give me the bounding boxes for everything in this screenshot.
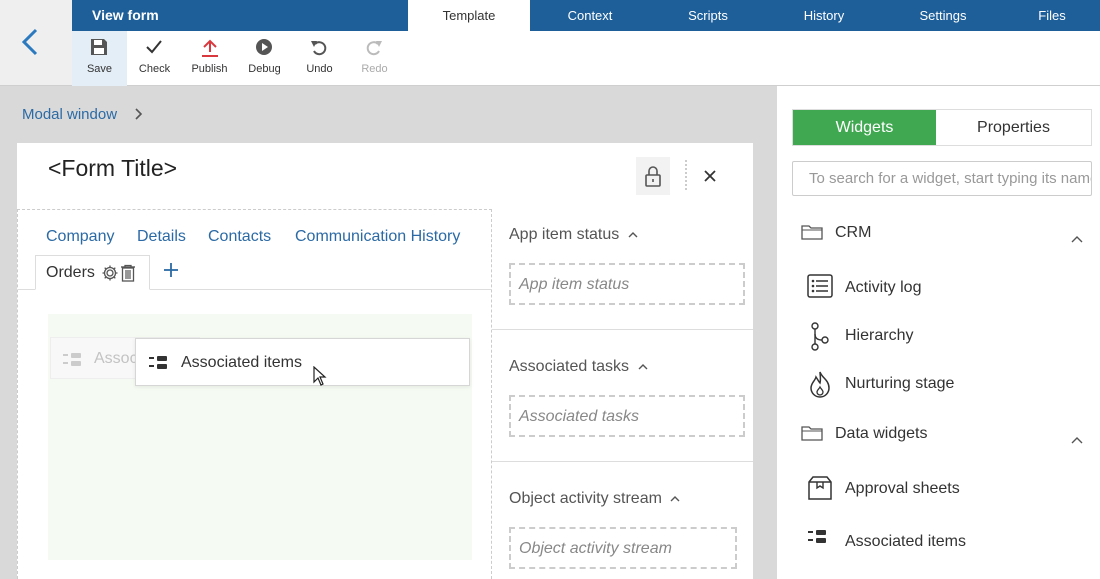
publish-button[interactable]: Publish bbox=[182, 31, 237, 86]
flame-icon bbox=[810, 371, 830, 398]
widgets-panel: Widgets Properties CRM Activity log Hier… bbox=[777, 86, 1100, 579]
form-tab-orders[interactable]: Orders bbox=[35, 255, 150, 290]
side-column: App item status App item status Associat… bbox=[492, 209, 753, 579]
orders-tab-label: Orders bbox=[46, 264, 95, 281]
tab-files[interactable]: Files bbox=[1004, 0, 1100, 31]
redo-button[interactable]: Redo bbox=[347, 31, 402, 86]
section-app-item-status: App item status App item status bbox=[492, 209, 753, 330]
add-tab-icon[interactable] bbox=[163, 262, 179, 278]
form-tab-details[interactable]: Details bbox=[137, 228, 186, 246]
widget-hierarchy[interactable]: Hierarchy bbox=[807, 322, 1077, 352]
widget-approval-sheets[interactable]: Approval sheets bbox=[807, 475, 1077, 505]
back-strip bbox=[0, 0, 72, 86]
placeholder-associated-tasks[interactable]: Associated tasks bbox=[509, 395, 745, 437]
placeholder-object-activity-stream[interactable]: Object activity stream bbox=[509, 527, 737, 569]
associated-items-icon bbox=[149, 356, 167, 369]
close-button[interactable] bbox=[698, 157, 722, 195]
check-button[interactable]: Check bbox=[127, 31, 182, 86]
undo-icon bbox=[311, 41, 327, 56]
folder-icon bbox=[801, 426, 823, 441]
breadcrumb-label: Modal window bbox=[22, 106, 118, 123]
form-tab-contacts[interactable]: Contacts bbox=[208, 228, 271, 246]
section-associated-tasks: Associated tasks Associated tasks bbox=[492, 330, 753, 462]
breadcrumb[interactable]: Modal window bbox=[22, 106, 143, 123]
widget-nurturing-stage[interactable]: Nurturing stage bbox=[807, 370, 1077, 400]
mouse-cursor-icon bbox=[313, 366, 327, 386]
checkmark-icon bbox=[146, 40, 162, 54]
chevron-up-icon[interactable] bbox=[1071, 235, 1083, 243]
tab-template[interactable]: Template bbox=[408, 0, 530, 31]
tab-settings[interactable]: Settings bbox=[882, 0, 1004, 31]
panel-segmented-control: Widgets Properties bbox=[792, 109, 1092, 146]
tabs-container: Company Details Contacts Communication H… bbox=[17, 209, 492, 579]
play-circle-icon bbox=[256, 39, 272, 55]
widget-activity-log[interactable]: Activity log bbox=[807, 274, 1077, 304]
properties-tab[interactable]: Properties bbox=[936, 110, 1091, 145]
chevron-left-icon bbox=[21, 28, 38, 56]
tab-context[interactable]: Context bbox=[530, 0, 650, 31]
redo-icon bbox=[366, 41, 382, 56]
lock-button[interactable] bbox=[636, 157, 670, 195]
gear-icon[interactable] bbox=[101, 264, 119, 282]
list-icon bbox=[63, 353, 81, 366]
tab-history[interactable]: History bbox=[766, 0, 882, 31]
page-title: View form bbox=[92, 7, 159, 23]
list-icon bbox=[807, 274, 833, 298]
chevron-up-icon[interactable] bbox=[1071, 436, 1083, 444]
lock-icon bbox=[645, 166, 661, 187]
form-tab-communication-history[interactable]: Communication History bbox=[295, 228, 460, 246]
widget-search-input[interactable] bbox=[792, 161, 1092, 196]
hierarchy-icon bbox=[811, 322, 829, 351]
chevron-up-icon bbox=[670, 495, 680, 502]
chevron-up-icon bbox=[638, 363, 648, 370]
tab-scripts[interactable]: Scripts bbox=[650, 0, 766, 31]
trash-icon[interactable] bbox=[120, 264, 136, 282]
placeholder-app-item-status[interactable]: App item status bbox=[509, 263, 745, 305]
form-title: <Form Title> bbox=[48, 155, 178, 181]
chevron-up-icon bbox=[628, 231, 638, 238]
dragged-widget-associated-items[interactable]: Associated items bbox=[135, 338, 470, 386]
floppy-disk-icon bbox=[91, 39, 107, 55]
toolbar-divider bbox=[685, 160, 687, 190]
package-icon bbox=[808, 476, 832, 500]
chevron-right-icon bbox=[135, 108, 143, 120]
back-button[interactable] bbox=[14, 24, 50, 60]
top-nav-bar: View form Template Context Scripts Histo… bbox=[72, 0, 1100, 31]
upload-icon bbox=[202, 39, 218, 57]
widgets-tab[interactable]: Widgets bbox=[793, 110, 936, 145]
associated-items-icon bbox=[808, 530, 826, 543]
close-icon bbox=[704, 170, 716, 182]
save-button[interactable]: Save bbox=[72, 31, 127, 86]
debug-button[interactable]: Debug bbox=[237, 31, 292, 86]
section-object-activity-stream: Object activity stream Object activity s… bbox=[492, 462, 753, 579]
toolbar: Save Check Publish Debug Undo Redo bbox=[72, 31, 1100, 86]
undo-button[interactable]: Undo bbox=[292, 31, 347, 86]
section-title-object-activity-stream[interactable]: Object activity stream bbox=[509, 490, 680, 508]
section-title-associated-tasks[interactable]: Associated tasks bbox=[509, 358, 648, 376]
form-card: <Form Title> Company Details Contacts Co… bbox=[17, 143, 753, 579]
widget-associated-items[interactable]: Associated items bbox=[807, 528, 1077, 558]
form-tab-company[interactable]: Company bbox=[46, 228, 114, 246]
section-title-app-item-status[interactable]: App item status bbox=[509, 226, 638, 244]
folder-icon bbox=[801, 225, 823, 240]
